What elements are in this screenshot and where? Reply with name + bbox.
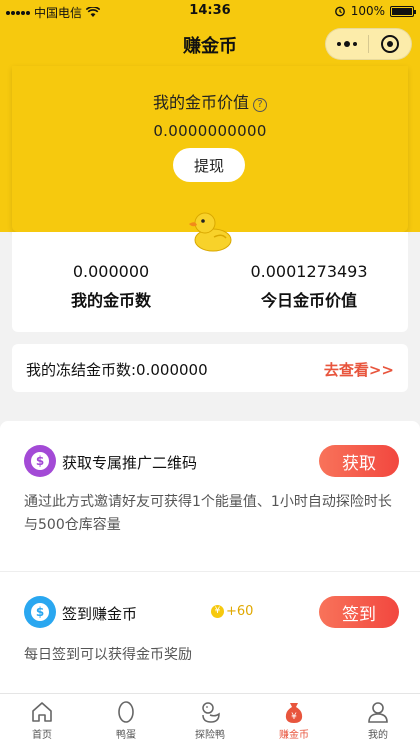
tab-bar: 首页 鸭蛋 探险鸭 ¥ 赚金币 我的 <box>0 693 420 747</box>
dollar-coin-icon: $ <box>24 596 56 628</box>
nav-bar: 赚金币 <box>0 22 420 66</box>
close-mini-program-button[interactable] <box>369 29 411 59</box>
home-icon <box>32 702 52 722</box>
tab-mine[interactable]: 我的 <box>336 694 420 747</box>
task-list: $ 获取专属推广二维码 获取 通过此方式邀请好友可获得1个能量值、1小时自动探险… <box>0 421 420 693</box>
withdraw-button[interactable]: 提现 <box>173 148 245 182</box>
user-icon <box>368 702 388 723</box>
egg-icon <box>118 701 134 723</box>
today-value-amount: 0.0001273493 <box>250 262 368 281</box>
status-bar: 中国电信 14:36 100% <box>0 0 420 22</box>
coin-icon: ¥ <box>211 605 224 618</box>
status-right: 100% <box>334 4 416 18</box>
tab-earn-coins[interactable]: ¥ 赚金币 <box>252 694 336 747</box>
task-description: 每日签到可以获得金币奖励 <box>24 647 192 663</box>
tab-label: 探险鸭 <box>195 730 225 741</box>
money-bag-icon: ¥ <box>285 703 303 723</box>
coin-count-value: 0.000000 <box>72 262 150 281</box>
tab-home[interactable]: 首页 <box>0 694 84 747</box>
get-qrcode-button[interactable]: 获取 <box>319 445 399 477</box>
battery-icon <box>390 5 416 17</box>
check-in-button[interactable]: 签到 <box>319 596 399 628</box>
duck-icon <box>202 702 220 723</box>
frozen-coins-text: 我的冻结金币数:0.000000 <box>26 361 208 379</box>
view-frozen-link[interactable]: 去查看>> <box>324 359 394 380</box>
coin-value-heading: 我的金币价值? <box>0 89 420 113</box>
mini-program-capsule <box>325 28 412 60</box>
tab-label: 赚金币 <box>279 730 309 741</box>
svg-text:¥: ¥ <box>291 712 297 722</box>
help-icon[interactable]: ? <box>253 98 267 112</box>
duck-mascot-icon <box>189 212 232 252</box>
tab-adventure-duck[interactable]: 探险鸭 <box>168 694 252 747</box>
coin-count-stat: 0.000000 我的金币数 <box>12 262 210 311</box>
more-icon <box>337 41 357 47</box>
tab-label: 首页 <box>32 730 52 741</box>
coin-value-label: 我的金币价值 <box>152 93 249 112</box>
target-icon <box>381 35 399 53</box>
divider <box>0 571 420 572</box>
reward-badge: ¥ +60 <box>211 604 253 619</box>
task-title: 签到赚金币 <box>62 605 138 623</box>
tab-egg[interactable]: 鸭蛋 <box>84 694 168 747</box>
alarm-icon <box>334 6 345 17</box>
reward-amount: +60 <box>226 604 254 619</box>
coin-value-amount: 0.0000000000 <box>153 122 267 140</box>
battery-percent: 100% <box>350 4 385 18</box>
tab-label: 鸭蛋 <box>116 730 136 741</box>
task-description: 通过此方式邀请好友可获得1个能量值、1小时自动探险时长与500仓库容量 <box>24 494 392 533</box>
today-value-label: 今日金币价值 <box>260 291 357 310</box>
task-title: 获取专属推广二维码 <box>62 454 198 472</box>
coin-count-label: 我的金币数 <box>70 291 151 310</box>
tab-label: 我的 <box>368 730 388 741</box>
more-button[interactable] <box>326 29 368 59</box>
money-bag-icon: $ <box>24 445 56 477</box>
frozen-coins-row: 我的冻结金币数:0.000000 去查看>> <box>12 344 408 392</box>
today-value-stat: 0.0001273493 今日金币价值 <box>210 262 408 311</box>
